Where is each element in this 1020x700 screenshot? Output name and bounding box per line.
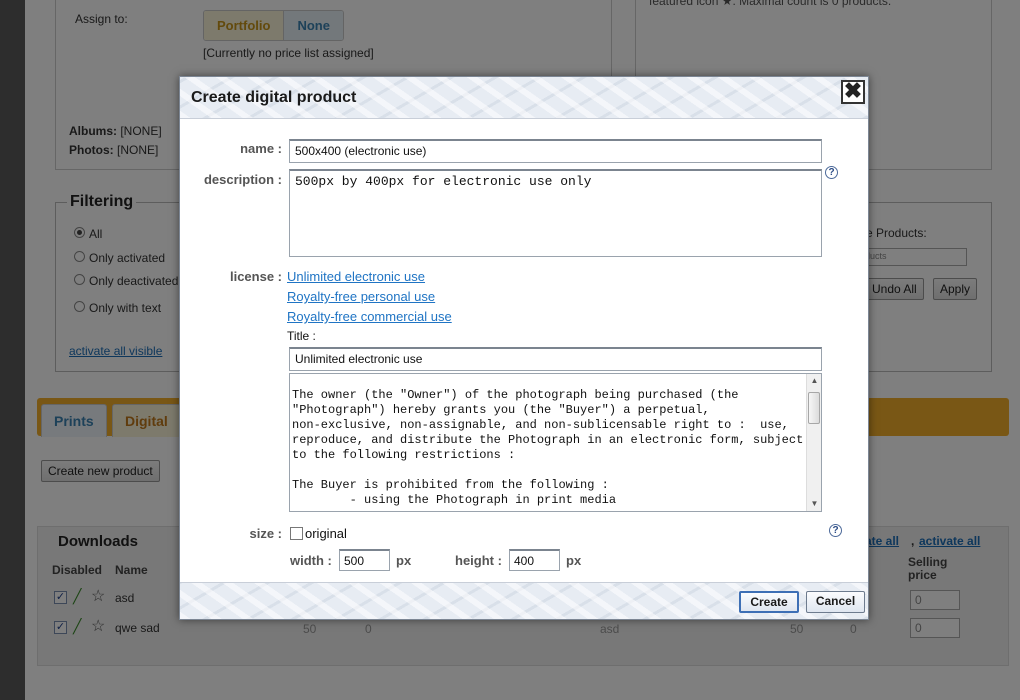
name-input[interactable]: 500x400 (electronic use) [289, 139, 822, 163]
size-help-icon[interactable]: ? [829, 524, 842, 537]
license-link-royalty-free-commercial[interactable]: Royalty-free commercial use [287, 309, 452, 324]
license-text: The owner (the "Owner") of the photograp… [292, 388, 804, 507]
dialog-header: Create digital product ✖ [180, 77, 868, 119]
height-input[interactable]: 400 [509, 549, 560, 571]
license-link-royalty-free-personal[interactable]: Royalty-free personal use [287, 289, 435, 304]
create-button[interactable]: Create [739, 591, 799, 613]
dialog-title: Create digital product [191, 89, 357, 106]
width-input[interactable]: 500 [339, 549, 390, 571]
license-title-label: Title : [287, 329, 316, 343]
dialog-footer: Create Cancel [180, 582, 868, 619]
original-label: original [305, 526, 347, 541]
create-digital-product-dialog: Create digital product ✖ name : 500x400 … [179, 76, 869, 620]
scroll-thumb[interactable] [808, 392, 820, 424]
width-label: width : [290, 553, 332, 568]
license-label: license : [229, 269, 282, 284]
height-unit: px [566, 553, 582, 568]
scroll-up-icon[interactable]: ▲ [807, 374, 821, 388]
license-title-input[interactable]: Unlimited electronic use [289, 347, 822, 371]
name-label: name : [240, 141, 282, 156]
cancel-button[interactable]: Cancel [806, 591, 865, 613]
description-help-icon[interactable]: ? [825, 166, 838, 179]
license-link-unlimited-electronic[interactable]: Unlimited electronic use [287, 269, 425, 284]
height-label: height : [455, 553, 502, 568]
description-textarea[interactable]: 500px by 400px for electronic use only [289, 169, 822, 257]
close-icon[interactable]: ✖ [841, 80, 865, 104]
original-checkbox[interactable] [290, 527, 303, 540]
license-scrollbar[interactable]: ▲ ▼ [806, 374, 821, 511]
width-unit: px [396, 553, 412, 568]
description-label: description : [203, 172, 282, 187]
size-label: size : [249, 526, 282, 541]
scroll-down-icon[interactable]: ▼ [807, 497, 821, 511]
license-text-area[interactable]: The owner (the "Owner") of the photograp… [289, 373, 822, 512]
